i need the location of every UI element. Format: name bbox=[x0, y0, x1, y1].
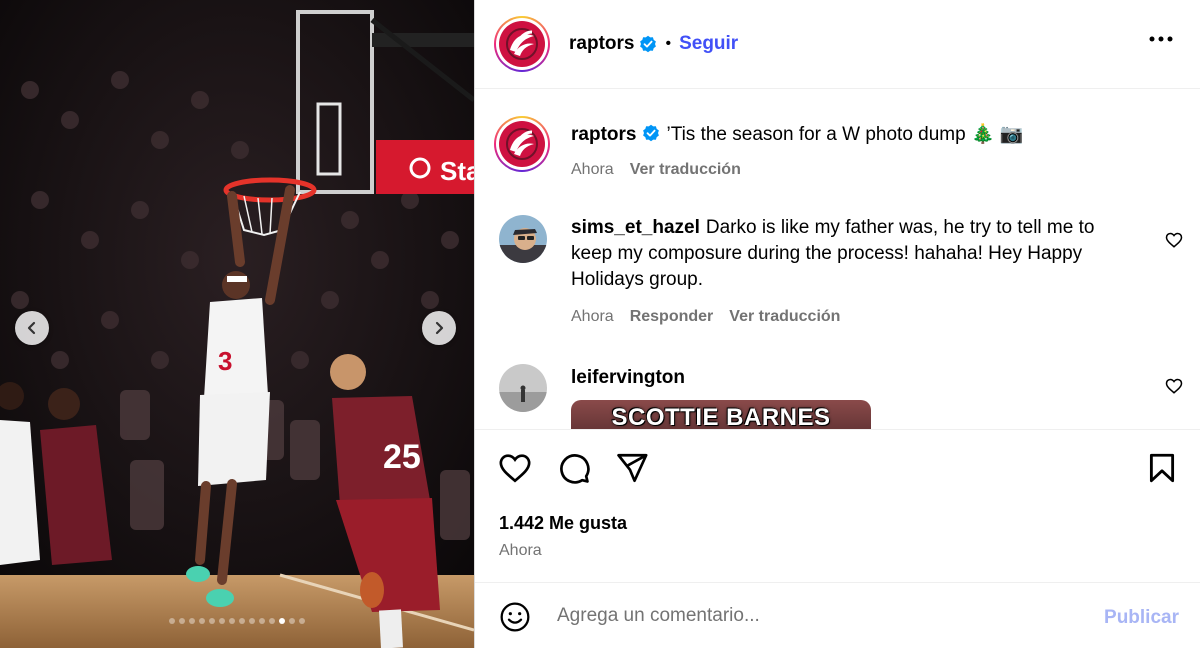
commenter-avatar[interactable] bbox=[499, 364, 547, 412]
like-count[interactable]: 1.442 Me gusta bbox=[499, 513, 627, 534]
gif-caption: SCOTTIE BARNES OWNS bbox=[611, 404, 831, 429]
comment-username[interactable]: sims_et_hazel bbox=[571, 217, 700, 238]
player-number-away: 3 bbox=[218, 346, 232, 376]
slide-dot bbox=[179, 618, 185, 624]
comment-input[interactable] bbox=[557, 605, 1077, 627]
slide-dot bbox=[229, 618, 235, 624]
bookmark-icon[interactable] bbox=[1145, 451, 1179, 485]
comment-text-block: leifervington bbox=[571, 365, 1131, 391]
raptors-logo-icon bbox=[506, 28, 538, 60]
chevron-left-icon bbox=[27, 321, 36, 335]
post-dialog: Sta 3 25 raptors • Seguir raptors ’Tis t… bbox=[0, 0, 1200, 648]
post-header: raptors • Seguir bbox=[475, 0, 1200, 89]
slide-dot bbox=[279, 618, 285, 624]
caption-text: ’Tis the season for a W photo dump 🎄 📷 bbox=[666, 124, 1024, 145]
slide-dot bbox=[259, 618, 265, 624]
author-avatar[interactable] bbox=[494, 16, 550, 72]
more-icon[interactable] bbox=[1149, 36, 1173, 42]
comment-meta: Ahora Responder Ver traducción bbox=[571, 308, 856, 326]
comment-like-icon[interactable] bbox=[1165, 231, 1183, 249]
slide-indicator bbox=[0, 618, 474, 624]
slide-dot bbox=[239, 618, 245, 624]
comment-username[interactable]: leifervington bbox=[571, 367, 685, 388]
heart-icon[interactable] bbox=[498, 451, 532, 485]
verified-icon bbox=[643, 124, 660, 142]
slide-dot bbox=[269, 618, 275, 624]
raptors-logo-icon bbox=[506, 128, 538, 160]
previous-slide-button[interactable] bbox=[15, 311, 49, 345]
post-media: Sta 3 25 bbox=[0, 0, 474, 648]
next-slide-button[interactable] bbox=[422, 311, 456, 345]
comment-time: Ahora bbox=[571, 308, 614, 325]
share-icon[interactable] bbox=[615, 451, 649, 485]
caption-avatar[interactable] bbox=[494, 116, 550, 172]
slide-dot bbox=[189, 618, 195, 624]
caption-username[interactable]: raptors bbox=[571, 124, 636, 145]
chevron-right-icon bbox=[435, 321, 444, 335]
caption-text-block: raptors ’Tis the season for a W photo du… bbox=[571, 122, 1131, 148]
follow-button[interactable]: Seguir bbox=[679, 33, 738, 55]
slide-dot bbox=[199, 618, 205, 624]
slide-dot bbox=[219, 618, 225, 624]
slide-dot bbox=[249, 618, 255, 624]
emoji-icon[interactable] bbox=[499, 601, 531, 633]
comment-like-icon[interactable] bbox=[1165, 377, 1183, 395]
caption-time: Ahora bbox=[571, 161, 614, 178]
comments-list[interactable]: raptors ’Tis the season for a W photo du… bbox=[475, 90, 1200, 429]
comment-reply-link[interactable]: Responder bbox=[630, 308, 714, 325]
commenter-avatar[interactable] bbox=[499, 215, 547, 263]
comment-text-block: sims_et_hazel Darko is like my father was… bbox=[571, 215, 1131, 293]
verified-icon bbox=[640, 35, 657, 53]
comment-composer: Publicar bbox=[475, 582, 1200, 648]
caption-translate-link[interactable]: Ver traducción bbox=[630, 161, 741, 178]
author-username[interactable]: raptors bbox=[569, 33, 634, 55]
comment-gif[interactable]: SCOTTIE BARNES OWNS bbox=[571, 400, 871, 429]
player-number-home: 25 bbox=[383, 438, 421, 476]
post-timestamp: Ahora bbox=[499, 542, 542, 559]
publish-button[interactable]: Publicar bbox=[1104, 607, 1179, 629]
header-separator: • bbox=[665, 35, 672, 52]
comment-translate-link[interactable]: Ver traducción bbox=[729, 308, 840, 325]
slide-dot bbox=[299, 618, 305, 624]
slide-dot bbox=[169, 618, 175, 624]
scoreboard-text: Sta bbox=[440, 156, 474, 186]
slide-dot bbox=[209, 618, 215, 624]
post-side-panel: raptors • Seguir raptors ’Tis the season… bbox=[474, 0, 1200, 648]
caption-meta: Ahora Ver traducción bbox=[571, 161, 757, 179]
post-actions: 1.442 Me gusta Ahora bbox=[475, 429, 1200, 579]
comment-icon[interactable] bbox=[557, 451, 591, 485]
slide-dot bbox=[289, 618, 295, 624]
basketball-photo: Sta 3 25 bbox=[0, 0, 474, 648]
